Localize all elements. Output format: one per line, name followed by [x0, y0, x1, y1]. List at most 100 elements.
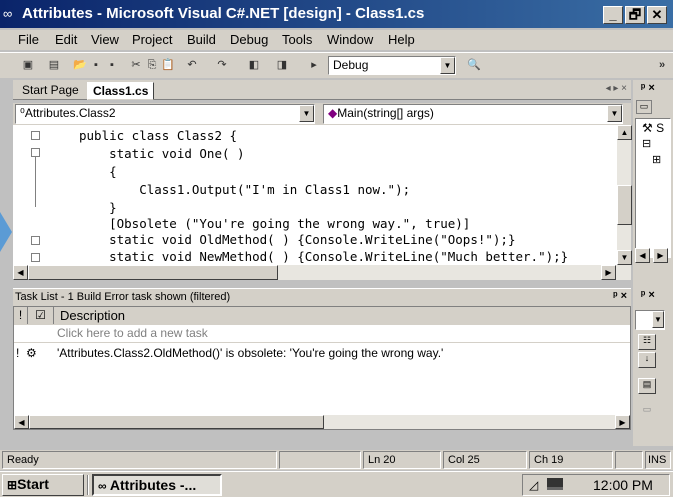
- alphabetical-icon[interactable]: ↓: [638, 352, 656, 368]
- vs-app-icon: ∞: [98, 479, 110, 493]
- error-priority-icon: !: [16, 346, 20, 360]
- undo-icon[interactable]: ↶: [184, 58, 200, 72]
- monitor-icon[interactable]: [547, 478, 563, 490]
- code-navigation-bar: ⁰Attributes.Class2 ▼ ◆Main(string[] args…: [13, 103, 631, 125]
- solution-tree[interactable]: ⚒ S ⊟ ⊞: [635, 118, 671, 258]
- menu-edit[interactable]: Edit: [55, 32, 77, 47]
- code-line: static void NewMethod( ) {Console.WriteL…: [79, 249, 569, 264]
- add-task-row[interactable]: Click here to add a new task: [14, 325, 630, 343]
- tree-expand-icon[interactable]: ⊟: [642, 137, 651, 150]
- scroll-right-icon[interactable]: ▶: [601, 265, 616, 280]
- taskbar-window-button[interactable]: ∞ Attributes -...: [92, 474, 222, 496]
- task-description[interactable]: 'Attributes.Class2.OldMethod()' is obsol…: [57, 345, 443, 362]
- taskbar-window-label: Attributes -...: [109, 477, 197, 493]
- scroll-left-icon[interactable]: ◀: [13, 265, 28, 280]
- taskbar-divider: [87, 475, 89, 495]
- minimize-button[interactable]: _: [603, 6, 623, 24]
- menu-help[interactable]: Help: [388, 32, 415, 47]
- tab-class1-cs[interactable]: Class1.cs: [87, 82, 155, 100]
- navigate-forward-icon[interactable]: ◨: [274, 58, 290, 72]
- save-all-icon[interactable]: ▪: [104, 58, 120, 72]
- fold-toggle-icon[interactable]: [31, 148, 40, 157]
- menu-build[interactable]: Build: [187, 32, 216, 47]
- properties-icon[interactable]: ▭: [636, 100, 652, 114]
- new-project-icon[interactable]: ▣: [20, 58, 36, 72]
- properties-pin-close[interactable]: ᵖ ×: [641, 289, 655, 301]
- menu-window[interactable]: Window: [327, 32, 373, 47]
- tasklist-horizontal-scrollbar[interactable]: ◀ ▶: [14, 415, 630, 429]
- windows-logo-icon: ⊞: [7, 478, 18, 492]
- code-editor[interactable]: public class Class2 { static void One( )…: [13, 125, 617, 265]
- clock[interactable]: 12:00 PM: [593, 475, 653, 495]
- panel-pin-close[interactable]: ᵖ ×: [641, 82, 655, 94]
- scroll-right-icon[interactable]: ▶: [615, 415, 630, 429]
- status-spacer: [279, 451, 361, 469]
- add-item-icon[interactable]: ▤: [46, 58, 62, 72]
- property-pages-icon[interactable]: ▤: [638, 378, 656, 394]
- start-debug-icon[interactable]: ▸: [306, 58, 322, 72]
- tab-nav-controls[interactable]: ◂ ▸ ×: [606, 83, 627, 94]
- member-combo[interactable]: ◆Main(string[] args) ▼: [323, 104, 623, 124]
- network-icon[interactable]: ◿: [529, 475, 538, 495]
- find-icon[interactable]: 🔍: [466, 58, 482, 72]
- redo-icon[interactable]: ↷: [214, 58, 230, 72]
- tasklist-grid[interactable]: ! ☑ Description Click here to add a new …: [13, 306, 631, 430]
- tree-item-label[interactable]: ⚒ S: [642, 121, 664, 135]
- scroll-thumb[interactable]: [617, 185, 632, 225]
- chevron-down-icon[interactable]: ▼: [607, 105, 622, 122]
- fold-toggle-icon[interactable]: [31, 253, 40, 262]
- document-tab-strip: Start Page Class1.cs ◂ ▸ ×: [13, 80, 631, 100]
- menu-tools[interactable]: Tools: [282, 32, 312, 47]
- status-text: Ready: [2, 451, 277, 469]
- class-combo-value: Attributes.Class2: [24, 106, 116, 120]
- scroll-right-icon[interactable]: ▶: [653, 248, 668, 263]
- paste-icon[interactable]: 📋: [160, 58, 176, 72]
- add-task-placeholder[interactable]: Click here to add a new task: [57, 325, 208, 342]
- description-column-header[interactable]: Description: [60, 307, 125, 324]
- priority-column-icon[interactable]: !: [14, 307, 28, 324]
- tree-expand-icon[interactable]: ⊞: [652, 153, 661, 166]
- class-combo[interactable]: ⁰Attributes.Class2 ▼: [15, 104, 315, 124]
- editor-vertical-scrollbar[interactable]: ▲ ▼: [617, 125, 632, 265]
- menu-project[interactable]: Project: [132, 32, 172, 47]
- chevron-down-icon[interactable]: ▼: [440, 57, 455, 74]
- fold-toggle-icon[interactable]: [31, 236, 40, 245]
- fold-toggle-icon[interactable]: [31, 131, 40, 140]
- chevron-down-icon[interactable]: ▼: [299, 105, 314, 122]
- start-button[interactable]: ⊞Start: [2, 474, 84, 496]
- solution-configuration-combo[interactable]: Debug ▼: [328, 56, 456, 75]
- scroll-down-icon[interactable]: ▼: [617, 250, 632, 265]
- scroll-thumb[interactable]: [28, 265, 278, 280]
- code-line: Class1.Output("I'm in Class1 now.");: [79, 182, 411, 197]
- scroll-left-icon[interactable]: ◀: [14, 415, 29, 429]
- menu-file[interactable]: File: [18, 32, 39, 47]
- tab-start-page[interactable]: Start Page: [17, 82, 84, 100]
- tasklist-pin-close[interactable]: ᵖ ×: [613, 290, 627, 302]
- categorized-icon[interactable]: ☷: [638, 334, 656, 350]
- properties-object-combo[interactable]: ▼: [635, 310, 665, 330]
- scroll-thumb[interactable]: [29, 415, 324, 429]
- scroll-up-icon[interactable]: ▲: [617, 125, 632, 140]
- navigate-back-icon[interactable]: ◧: [246, 58, 262, 72]
- configuration-value: Debug: [333, 58, 369, 72]
- tasklist-column-header: ! ☑ Description: [14, 307, 630, 325]
- table-row[interactable]: ! ⚙ 'Attributes.Class2.OldMethod()' is o…: [14, 345, 630, 363]
- chevron-down-icon[interactable]: ▼: [652, 311, 664, 328]
- toolbar-overflow-icon[interactable]: »: [654, 58, 670, 72]
- cut-icon[interactable]: ✂: [128, 58, 144, 72]
- maximize-button[interactable]: 🗗: [625, 6, 645, 24]
- save-icon[interactable]: ▪: [88, 58, 104, 72]
- open-file-icon[interactable]: 📂: [72, 58, 88, 72]
- close-button[interactable]: ✕: [647, 6, 667, 24]
- events-icon[interactable]: ▭: [638, 404, 656, 420]
- title-bar[interactable]: ∞ Attributes - Microsoft Visual C#.NET […: [0, 0, 673, 28]
- menu-view[interactable]: View: [91, 32, 119, 47]
- editor-horizontal-scrollbar[interactable]: ◀ ▶: [13, 265, 631, 280]
- checkbox-column-icon[interactable]: ☑: [28, 307, 54, 324]
- menu-debug[interactable]: Debug: [230, 32, 268, 47]
- vs-app-icon[interactable]: ∞: [3, 6, 12, 21]
- status-bar: Ready Ln 20 Col 25 Ch 19 INS: [0, 450, 673, 470]
- windows-taskbar: ⊞Start ∞ Attributes -... ◿ 12:00 PM: [0, 471, 673, 497]
- copy-icon[interactable]: ⎘: [144, 58, 160, 72]
- scroll-left-icon[interactable]: ◀: [635, 248, 650, 263]
